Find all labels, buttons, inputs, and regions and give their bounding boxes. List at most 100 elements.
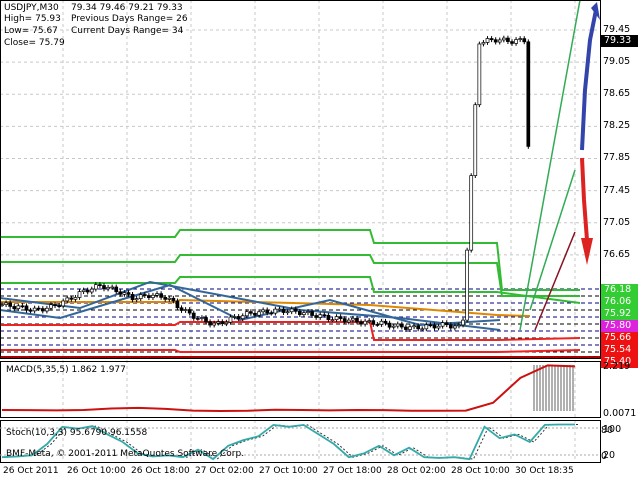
level-box-75.92: 75.92 <box>601 308 638 320</box>
candle <box>371 320 376 325</box>
candle <box>477 43 482 106</box>
level-box-75.80: 75.80 <box>601 320 638 332</box>
candle <box>387 322 392 328</box>
candle <box>195 318 200 320</box>
forecast-arrow-up <box>580 9 598 151</box>
candle <box>118 291 123 295</box>
candle <box>497 39 502 43</box>
candle <box>12 306 17 309</box>
candle <box>61 300 66 307</box>
candle <box>142 294 147 296</box>
candle <box>77 291 82 298</box>
price-axis-label: 76.65 <box>603 248 631 260</box>
candle <box>318 314 323 318</box>
candle <box>428 324 433 327</box>
candle <box>20 305 25 308</box>
time-axis-label: 28 Oct 10:00 <box>451 466 510 476</box>
candle <box>330 319 335 321</box>
candle <box>506 37 510 42</box>
close-label: Close= 75.79 <box>4 38 65 48</box>
candle <box>249 311 253 314</box>
candle <box>310 311 314 316</box>
stoch-level-0: 0 <box>601 451 608 462</box>
candle <box>45 307 49 312</box>
level-box-76.06: 76.06 <box>601 296 638 308</box>
candle <box>514 39 518 44</box>
candle <box>110 286 115 289</box>
candle <box>326 314 331 321</box>
candle <box>302 312 306 315</box>
candle <box>285 311 290 314</box>
candle <box>424 324 429 330</box>
candle <box>24 305 29 311</box>
candle <box>404 326 408 330</box>
candle <box>281 308 286 313</box>
candle <box>448 324 453 329</box>
candle <box>200 317 204 319</box>
candle <box>167 297 172 300</box>
candle <box>159 293 163 298</box>
candle <box>138 294 143 299</box>
candle <box>65 297 70 302</box>
candle <box>216 321 221 324</box>
candle <box>289 308 294 313</box>
candle <box>147 295 151 298</box>
price-axis-label: 79.05 <box>603 56 631 68</box>
candle <box>399 323 404 328</box>
candle <box>510 41 514 44</box>
symbol-label: USDJPY,M30 <box>4 3 59 13</box>
candle <box>16 305 21 309</box>
macd-label: MACD(5,35,5) 1.862 1.977 <box>6 365 126 375</box>
time-axis-label: 26 Oct 18:00 <box>131 466 190 476</box>
candle <box>126 292 131 295</box>
candle <box>224 321 229 325</box>
candle <box>261 309 265 313</box>
candle <box>244 311 249 317</box>
candle <box>179 307 184 311</box>
candle <box>220 321 225 325</box>
candle <box>481 42 486 45</box>
candle <box>122 292 127 295</box>
candle <box>49 304 53 309</box>
candle <box>395 323 400 327</box>
candle <box>98 284 102 286</box>
candle <box>383 320 388 324</box>
time-axis-label: 30 Oct 18:35 <box>515 466 574 476</box>
candle <box>355 317 359 323</box>
time-axis-label: 27 Oct 18:00 <box>323 466 382 476</box>
level-box-76.18: 76.18 <box>601 284 638 296</box>
candle <box>81 289 86 292</box>
level-box-75.66: 75.66 <box>601 332 638 344</box>
candle <box>53 304 57 307</box>
candle <box>306 311 310 314</box>
macd-axis-top: 2.219 <box>603 361 631 372</box>
candle <box>412 325 416 328</box>
candle <box>436 325 441 329</box>
candle <box>32 307 37 312</box>
candle <box>338 316 343 319</box>
candle <box>114 286 119 293</box>
chart-canvas[interactable] <box>0 0 640 480</box>
candle <box>269 312 274 315</box>
candle <box>342 318 347 323</box>
candle <box>240 315 245 320</box>
candle <box>408 326 412 330</box>
candle <box>187 309 192 314</box>
candle <box>379 320 384 325</box>
candle <box>4 302 8 305</box>
ohlc-label: 79.34 79.46 79.21 79.33 <box>71 3 183 13</box>
candle <box>518 38 523 40</box>
stoch-label: Stoch(10,3,3) 95.6790 96.1558 <box>6 428 148 438</box>
candle <box>204 317 208 323</box>
candle <box>322 314 327 317</box>
candle <box>183 309 188 311</box>
candle <box>489 38 494 41</box>
candle <box>346 319 351 323</box>
candle <box>363 320 367 325</box>
candle <box>314 315 319 318</box>
low-label: Low= 75.67 <box>4 26 58 36</box>
candle <box>277 308 282 311</box>
candle <box>257 311 261 316</box>
candle <box>106 287 110 290</box>
candle <box>420 328 425 331</box>
